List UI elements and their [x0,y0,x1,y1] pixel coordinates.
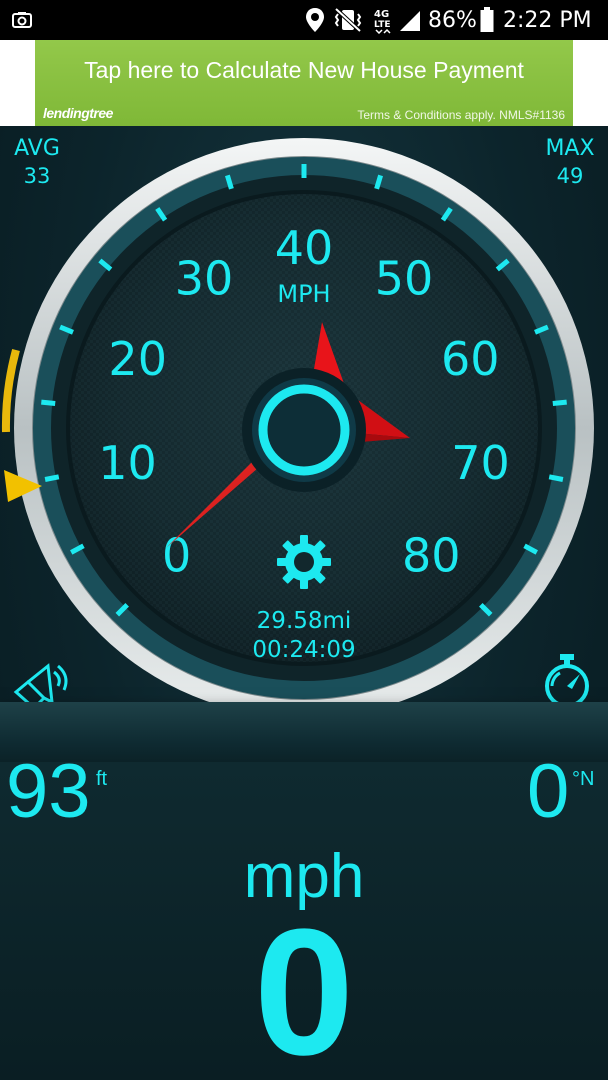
lendingtree-logo: lendingtree [43,105,113,121]
scale-label-30: 30 [175,251,234,305]
trip-time: 00:24:09 [252,637,355,663]
tick-mark [44,474,60,482]
scale-label-60: 60 [441,332,500,386]
lte-4g-icon: 4G LTE [372,0,394,40]
screen: 4G LTE 86% 2:22 PM Tap here to Calculate … [0,0,608,1080]
settings-gear-icon[interactable] [277,535,331,589]
scale-label-70: 70 [451,436,510,490]
scale-label-20: 20 [108,332,167,386]
needle-hub-ring [258,384,350,476]
ad-title[interactable]: Tap here to Calculate New House Payment [35,57,573,84]
battery-icon [480,0,494,40]
ad-terms: Terms & Conditions apply. NMLS#1136 [357,108,565,122]
svg-text:4G: 4G [374,9,389,20]
scale-label-0: 0 [162,528,191,582]
speed-gauge: 01020304050607080 MPH 29.58mi 00:24:09 [1,138,594,718]
tick-mark [552,399,567,406]
trip-distance: 29.58mi [257,608,352,634]
gauge-unit: MPH [277,280,330,308]
svg-text:LTE: LTE [374,20,391,30]
tick-mark [548,474,564,482]
readout-divider [0,702,608,762]
battery-percent: 86% [428,7,477,33]
scale-label-10: 10 [98,436,157,490]
clock: 2:22 PM [503,7,592,33]
heading-unit: °N [572,768,595,790]
picture-notification-icon [12,0,32,40]
scale-label-50: 50 [375,251,434,305]
ad-creative[interactable]: Tap here to Calculate New House Payment … [35,40,573,126]
stopwatch-icon[interactable] [540,652,594,708]
ad-banner[interactable]: Tap here to Calculate New House Payment … [0,40,608,126]
scale-label-80: 80 [402,528,461,582]
scale-label-40: 40 [275,221,334,275]
altitude-unit: ft [96,768,108,790]
vibrate-mute-icon [333,0,363,40]
voice-alert-icon[interactable] [10,658,70,708]
status-bar: 4G LTE 86% 2:22 PM [0,0,608,40]
location-icon [305,0,325,40]
heading-value: 0 [527,749,570,834]
altitude-value: 93 [6,749,91,834]
current-speed: 0 [253,892,355,1080]
signal-icon [398,0,422,40]
tick-mark [41,399,56,406]
